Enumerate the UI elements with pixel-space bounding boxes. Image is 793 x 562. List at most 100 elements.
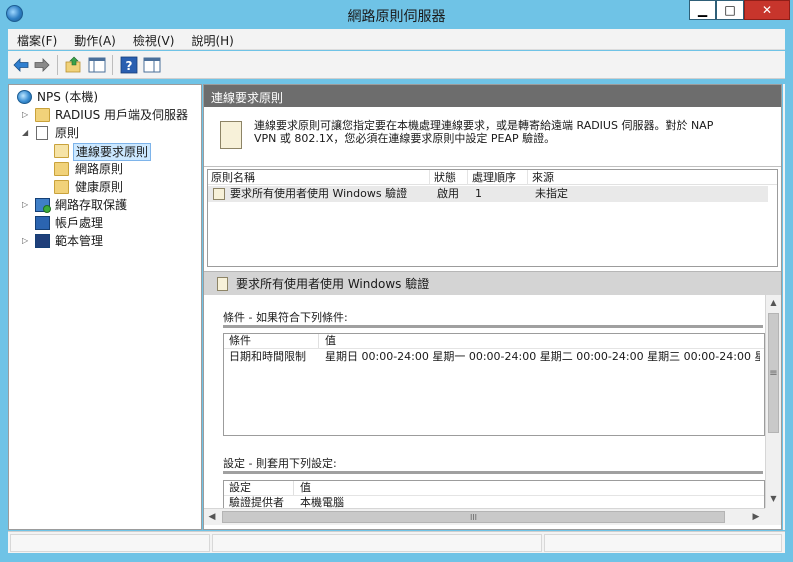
window-title: 網路原則伺服器	[347, 9, 446, 25]
column-header-status[interactable]: 狀態	[431, 170, 468, 185]
up-folder-icon[interactable]	[65, 56, 83, 74]
tree-item-label: 範本管理	[55, 234, 104, 248]
tree-item-label: 健康原則	[75, 180, 124, 194]
nps-server-icon	[17, 90, 32, 104]
check-badge-icon	[43, 205, 51, 213]
intro-text: 連線要求原則可讓您指定要在本機處理連線要求，或是轉寄給遠端 RADIUS 伺服器…	[254, 119, 764, 145]
expand-arrow-icon[interactable]: ▷	[22, 106, 30, 124]
menu-bar: 檔案(F) 動作(A) 檢視(V) 說明(H)	[8, 29, 785, 50]
results-pane: 連線要求原則 連線要求原則可讓您指定要在本機處理連線要求，或是轉寄給遠端 RAD…	[203, 84, 782, 530]
policy-doc-icon	[36, 126, 48, 140]
cell-source: 未指定	[535, 187, 568, 200]
status-segment	[544, 534, 782, 552]
cell-value: 星期日 00:00-24:00 星期一 00:00-24:00 星期二 00:0…	[325, 350, 760, 363]
title-bar: 網路原則伺服器 ▁ □ ✕	[0, 0, 793, 28]
status-bar	[8, 531, 785, 553]
horizontal-scrollbar[interactable]: ◀ III ▶	[204, 508, 765, 525]
minimize-button[interactable]: ▁	[689, 0, 716, 20]
policy-icon	[213, 188, 225, 200]
section-divider	[223, 471, 763, 474]
tree-item-label: 網路原則	[75, 162, 124, 176]
tree-item-accounting[interactable]: 帳戶處理	[9, 214, 199, 232]
column-header-processing-order[interactable]: 處理順序	[469, 170, 528, 185]
tree-item-network-access-protection[interactable]: ▷ 網路存取保護	[9, 196, 199, 214]
scroll-left-arrow-icon[interactable]: ◀	[204, 509, 220, 525]
tree-item-policies[interactable]: ◢ 原則	[9, 124, 199, 142]
expand-arrow-icon[interactable]: ▷	[22, 196, 30, 214]
conditions-section-title: 條件 - 如果符合下列條件:	[223, 311, 348, 324]
toolbar-separator	[112, 55, 113, 75]
cell-status: 啟用	[437, 187, 459, 200]
details-body: 條件 - 如果符合下列條件: 條件 值 日期和時間限制 星期日 00:00-24…	[204, 295, 765, 508]
scroll-up-arrow-icon[interactable]: ▲	[766, 295, 781, 311]
forward-arrow-icon[interactable]	[33, 56, 51, 74]
column-header-value[interactable]: 值	[320, 334, 760, 348]
close-button[interactable]: ✕	[744, 0, 790, 20]
cell-setting: 驗證提供者	[229, 496, 284, 508]
settings-table: 設定 值 驗證提供者 本機電腦	[223, 480, 765, 508]
menu-action[interactable]: 動作(A)	[65, 29, 124, 50]
scrollbar-thumb[interactable]: III	[222, 511, 725, 523]
tree-item-label: NPS (本機)	[37, 90, 99, 104]
tree-item-network-policies[interactable]: 網路原則	[9, 160, 199, 178]
tree-item-label: 網路存取保護	[55, 198, 128, 212]
column-header-policy-name[interactable]: 原則名稱	[208, 170, 430, 185]
help-icon[interactable]: ?	[120, 56, 138, 74]
folder-icon	[54, 162, 69, 176]
cell-value: 本機電腦	[300, 496, 344, 508]
tree-item-connection-request-policies[interactable]: 連線要求原則	[9, 142, 199, 161]
svg-text:?: ?	[126, 59, 133, 73]
cell-condition: 日期和時間限制	[229, 350, 306, 363]
back-arrow-icon[interactable]	[12, 56, 30, 74]
tree-item-radius-clients-servers[interactable]: ▷ RADIUS 用戶端及伺服器	[9, 106, 199, 124]
tree-item-label: 連線要求原則	[73, 143, 152, 161]
column-header-condition[interactable]: 條件	[224, 334, 319, 348]
tree-item-label: 帳戶處理	[55, 216, 104, 230]
policy-scroll-icon	[220, 121, 242, 149]
status-segment	[212, 534, 542, 552]
folder-icon	[35, 108, 50, 122]
show-hide-tree-icon[interactable]	[88, 56, 106, 74]
section-divider	[223, 325, 763, 328]
policy-list: 原則名稱 狀態 處理順序 來源 要求所有使用者使用 Windows 驗證 啟用 …	[207, 169, 778, 267]
conditions-table: 條件 值 日期和時間限制 星期日 00:00-24:00 星期一 00:00-2…	[223, 333, 765, 436]
cell-policy-name: 要求所有使用者使用 Windows 驗證	[230, 187, 408, 200]
menu-file[interactable]: 檔案(F)	[8, 29, 65, 50]
toolbar-separator	[57, 55, 58, 75]
menu-help[interactable]: 說明(H)	[182, 29, 241, 50]
details-header: 要求所有使用者使用 Windows 驗證	[204, 271, 781, 295]
folder-icon	[54, 180, 69, 194]
vertical-scrollbar[interactable]: ▲ ≡ ▼	[765, 295, 781, 508]
details-title: 要求所有使用者使用 Windows 驗證	[236, 277, 430, 291]
status-segment	[10, 534, 210, 552]
tree-item-health-policies[interactable]: 健康原則	[9, 178, 199, 196]
pane-header: 連線要求原則	[204, 85, 781, 107]
tree-item-label: RADIUS 用戶端及伺服器	[55, 108, 189, 122]
scroll-down-arrow-icon[interactable]: ▼	[766, 491, 781, 507]
intro-line: VPN 或 802.1X，您必須在連線要求原則中設定 PEAP 驗證。	[254, 132, 556, 145]
settings-section-title: 設定 - 則套用下列設定:	[223, 457, 337, 470]
intro-panel: 連線要求原則可讓您指定要在本機處理連線要求，或是轉寄給遠端 RADIUS 伺服器…	[204, 107, 781, 167]
maximize-button[interactable]: □	[716, 0, 744, 20]
scrollbar-corner	[765, 508, 781, 525]
scrollbar-thumb[interactable]: ≡	[768, 313, 779, 433]
table-row[interactable]: 要求所有使用者使用 Windows 驗證 啟用 1 未指定	[208, 186, 768, 202]
cell-processing-order: 1	[475, 187, 482, 200]
column-header-value[interactable]: 值	[295, 481, 760, 495]
column-header-source[interactable]: 來源	[529, 170, 767, 185]
accounting-icon	[35, 216, 50, 230]
expand-arrow-icon[interactable]: ▷	[22, 232, 30, 250]
console-tree: NPS (本機) ▷ RADIUS 用戶端及伺服器 ◢ 原則 連線要求原則 網路…	[8, 84, 202, 530]
collapse-arrow-icon[interactable]: ◢	[22, 124, 30, 142]
app-window: 網路原則伺服器 ▁ □ ✕ 檔案(F) 動作(A) 檢視(V) 說明(H) ? …	[0, 0, 793, 562]
tree-item-templates-management[interactable]: ▷ 範本管理	[9, 232, 199, 250]
scroll-right-arrow-icon[interactable]: ▶	[748, 509, 764, 525]
pane-edge	[783, 84, 785, 530]
folder-open-icon	[54, 144, 69, 158]
column-header-setting[interactable]: 設定	[224, 481, 294, 495]
tree-item-nps-root[interactable]: NPS (本機)	[9, 88, 199, 106]
policy-scroll-icon	[217, 277, 228, 291]
tree-item-label: 原則	[55, 126, 80, 140]
action-pane-icon[interactable]	[143, 56, 161, 74]
menu-view[interactable]: 檢視(V)	[124, 29, 183, 50]
